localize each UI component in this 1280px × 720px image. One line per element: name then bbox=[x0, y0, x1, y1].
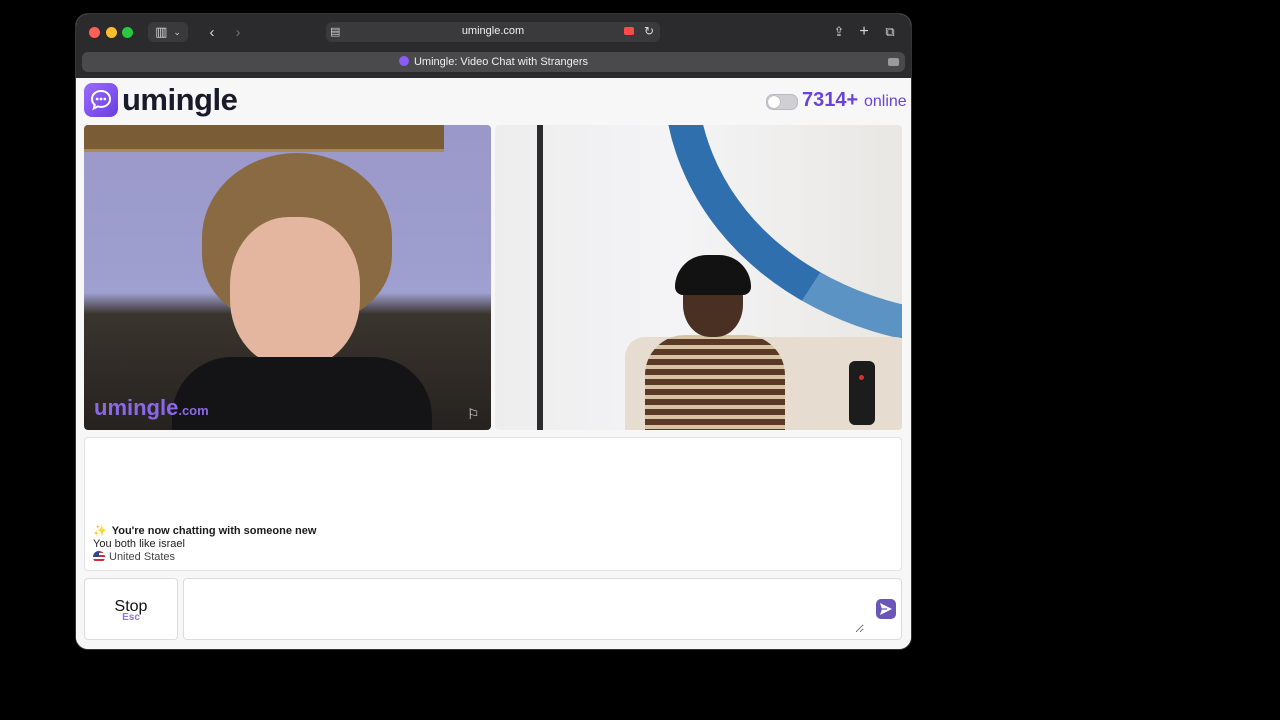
stranger-body bbox=[172, 357, 432, 430]
share-icon: ⇪ bbox=[833, 24, 845, 39]
close-window-button[interactable] bbox=[89, 27, 100, 38]
self-body bbox=[645, 335, 785, 430]
browser-window: ▥ ⌄ ‹ › ▤ umingle.com ↻ ⇪ + ⧉ Umingle: V… bbox=[76, 14, 911, 649]
chat-log: ✨ You're now chatting with someone new Yo… bbox=[84, 437, 902, 571]
video-watermark: umingle.com bbox=[94, 395, 209, 421]
tab-title: Umingle: Video Chat with Strangers bbox=[413, 56, 589, 68]
back-button[interactable]: ‹ bbox=[202, 22, 222, 42]
camera-in-use-icon[interactable] bbox=[624, 27, 634, 35]
stop-shortcut: Esc bbox=[122, 612, 140, 623]
stranger-face bbox=[230, 217, 360, 367]
plus-icon: + bbox=[859, 23, 869, 40]
tab-overview-button[interactable]: ⧉ bbox=[880, 22, 900, 42]
address-url: umingle.com bbox=[461, 25, 525, 37]
online-count: 7314+ bbox=[802, 89, 859, 111]
speaker bbox=[849, 361, 875, 425]
share-button[interactable]: ⇪ bbox=[829, 22, 849, 42]
forward-button[interactable]: › bbox=[228, 22, 248, 42]
watermark-domain: .com bbox=[178, 403, 209, 418]
stranger-country: United States bbox=[93, 551, 175, 563]
door-frame bbox=[537, 125, 543, 430]
country-name: United States bbox=[109, 551, 176, 563]
stop-button[interactable]: Stop Esc bbox=[84, 578, 178, 640]
speaker-led bbox=[859, 375, 864, 380]
chat-status-message: ✨ You're now chatting with someone new bbox=[93, 524, 316, 537]
online-toggle[interactable] bbox=[766, 94, 798, 110]
page-content: umingle 7314+ online umingle.com ⚐ ✨ You'… bbox=[76, 78, 911, 649]
tabs-icon: ⧉ bbox=[885, 24, 895, 39]
watermark-brand: umingle bbox=[94, 395, 179, 420]
sparkle-icon: ✨ bbox=[93, 525, 107, 537]
message-input[interactable] bbox=[190, 587, 864, 633]
camera-icon[interactable] bbox=[888, 58, 899, 66]
chevron-left-icon: ‹ bbox=[209, 23, 215, 41]
minimize-window-button[interactable] bbox=[106, 27, 117, 38]
new-chat-text: You're now chatting with someone new bbox=[111, 525, 317, 537]
send-button[interactable] bbox=[876, 599, 896, 619]
us-flag-icon bbox=[93, 551, 105, 563]
sidebar-icon: ▥ bbox=[155, 24, 168, 39]
reload-icon[interactable]: ↻ bbox=[644, 24, 654, 38]
self-video bbox=[495, 125, 902, 430]
favicon-icon bbox=[398, 56, 409, 66]
tab-active[interactable]: Umingle: Video Chat with Strangers bbox=[82, 52, 905, 72]
online-label: online bbox=[864, 93, 907, 110]
new-tab-button[interactable]: + bbox=[854, 22, 874, 42]
toggle-knob bbox=[768, 96, 780, 108]
logo-text[interactable]: umingle bbox=[122, 82, 238, 118]
report-flag-icon[interactable]: ⚐ bbox=[467, 406, 483, 422]
send-icon bbox=[880, 603, 892, 615]
self-hair bbox=[675, 255, 751, 295]
sidebar-toggle-button[interactable]: ▥ ⌄ bbox=[148, 22, 188, 42]
chevron-down-icon: ⌄ bbox=[173, 26, 181, 37]
picture-frame bbox=[84, 125, 444, 152]
tab-label-wrapper: Umingle: Video Chat with Strangers bbox=[82, 56, 905, 68]
message-box bbox=[183, 578, 902, 640]
browser-toolbar: ▥ ⌄ ‹ › ▤ umingle.com ↻ ⇪ + ⧉ Umingle: V… bbox=[76, 14, 911, 78]
logo-icon[interactable] bbox=[84, 83, 118, 117]
address-bar[interactable]: ▤ umingle.com ↻ bbox=[326, 22, 660, 42]
zoom-window-button[interactable] bbox=[122, 27, 133, 38]
shared-interest: You both like israel bbox=[93, 538, 185, 550]
chevron-right-icon: › bbox=[235, 23, 241, 41]
stranger-video: umingle.com ⚐ bbox=[84, 125, 491, 430]
